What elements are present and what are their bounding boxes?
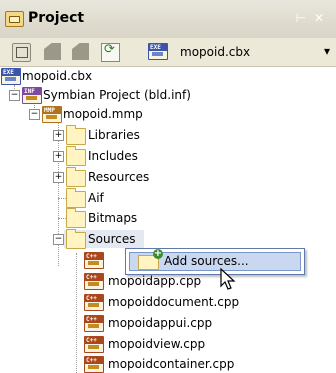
tree-source-file[interactable]: C++ mopoidview.cpp [0, 335, 240, 353]
cpp-file-icon: C++ [84, 252, 104, 269]
tree-folder-sources[interactable]: − Sources [53, 229, 144, 249]
active-project-exe-icon[interactable]: EXE [148, 43, 168, 60]
tree-folder-bitmaps[interactable]: Bitmaps [0, 208, 200, 228]
cpp-file-icon: C++ [84, 294, 104, 311]
folder-icon [66, 229, 86, 249]
add-folder-icon [138, 249, 163, 270]
cpp-file-icon: C++ [84, 273, 104, 290]
tree-folder-aif[interactable]: Aif [0, 188, 200, 208]
tree-item-label: mopoidview.cpp [108, 337, 206, 351]
cpp-file-icon: C++ [84, 356, 104, 373]
add-sources-menu-item[interactable]: Add sources... [129, 249, 301, 271]
tree-source-file[interactable]: C++ mopoidappui.cpp [0, 314, 240, 332]
tree-folder-includes[interactable]: + Includes [0, 146, 200, 166]
folder-icon [66, 146, 86, 166]
tree-source-file[interactable]: C++ mopoidcontainer.cpp [0, 355, 240, 373]
collapse-icon[interactable]: − [53, 234, 64, 245]
folder-icon [66, 167, 86, 187]
tree-item-label: Resources [88, 170, 150, 184]
tree-item-label: Libraries [88, 128, 140, 142]
build-icon[interactable] [44, 43, 61, 60]
new-project-icon[interactable] [12, 43, 31, 62]
cpp-file-icon: C++ [84, 336, 104, 353]
tree-item-label: mopoidcontainer.cpp [108, 357, 235, 371]
expand-icon[interactable]: + [53, 130, 64, 141]
context-menu: Add sources... [125, 248, 305, 275]
tree-source-file[interactable]: C++ mopoiddocument.cpp [0, 293, 240, 311]
expand-icon[interactable]: + [53, 151, 64, 162]
project-tree: EXE mopoid.cbx − INF Symbian Project (bl… [0, 67, 336, 373]
toolbar-overflow-icon[interactable]: ▾ [324, 44, 330, 58]
mouse-cursor-icon [220, 268, 236, 290]
tree-item-label: mopoiddocument.cpp [108, 295, 240, 309]
panel-controls[interactable]: ⊢ ✕ [296, 11, 326, 25]
rebuild-icon[interactable] [72, 43, 89, 60]
tree-item-mmp[interactable]: − MMP mopoid.mmp [0, 105, 200, 123]
folder-icon [66, 208, 86, 228]
tree-item-label: mopoid.cbx [22, 69, 93, 83]
mmp-file-icon: MMP [42, 106, 62, 123]
project-toolbar: EXE mopoid.cbx ▾ [0, 38, 336, 67]
project-panel-titlebar: Project ⊢ ✕ [0, 0, 336, 39]
tree-item-root[interactable]: EXE mopoid.cbx [0, 67, 200, 85]
cpp-file-icon: C++ [84, 315, 104, 332]
collapse-icon[interactable]: − [9, 90, 20, 101]
tree-item-label: Bitmaps [88, 211, 138, 225]
tree-item-label: mopoidappui.cpp [108, 316, 213, 330]
tree-item-label: Symbian Project (bld.inf) [43, 88, 191, 102]
active-project-label[interactable]: mopoid.cbx [180, 45, 250, 59]
folder-icon [66, 125, 86, 145]
tree-item-label: Sources [88, 232, 136, 246]
refresh-icon[interactable] [101, 42, 120, 62]
inf-file-icon: INF [22, 87, 42, 104]
project-folder-icon [5, 11, 24, 27]
folder-icon [66, 188, 86, 208]
panel-title: Project [28, 10, 85, 26]
tree-item-label: mopoid.mmp [63, 107, 143, 121]
exe-file-icon: EXE [1, 68, 21, 85]
tree-item-label: Includes [88, 149, 138, 163]
tree-item-symbian-project[interactable]: − INF Symbian Project (bld.inf) [0, 86, 260, 104]
expand-icon[interactable]: + [53, 172, 64, 183]
tree-folder-libraries[interactable]: + Libraries [0, 125, 200, 145]
collapse-icon[interactable]: − [29, 109, 40, 120]
tree-folder-resources[interactable]: + Resources [0, 167, 200, 187]
tree-item-label: Aif [88, 191, 104, 205]
